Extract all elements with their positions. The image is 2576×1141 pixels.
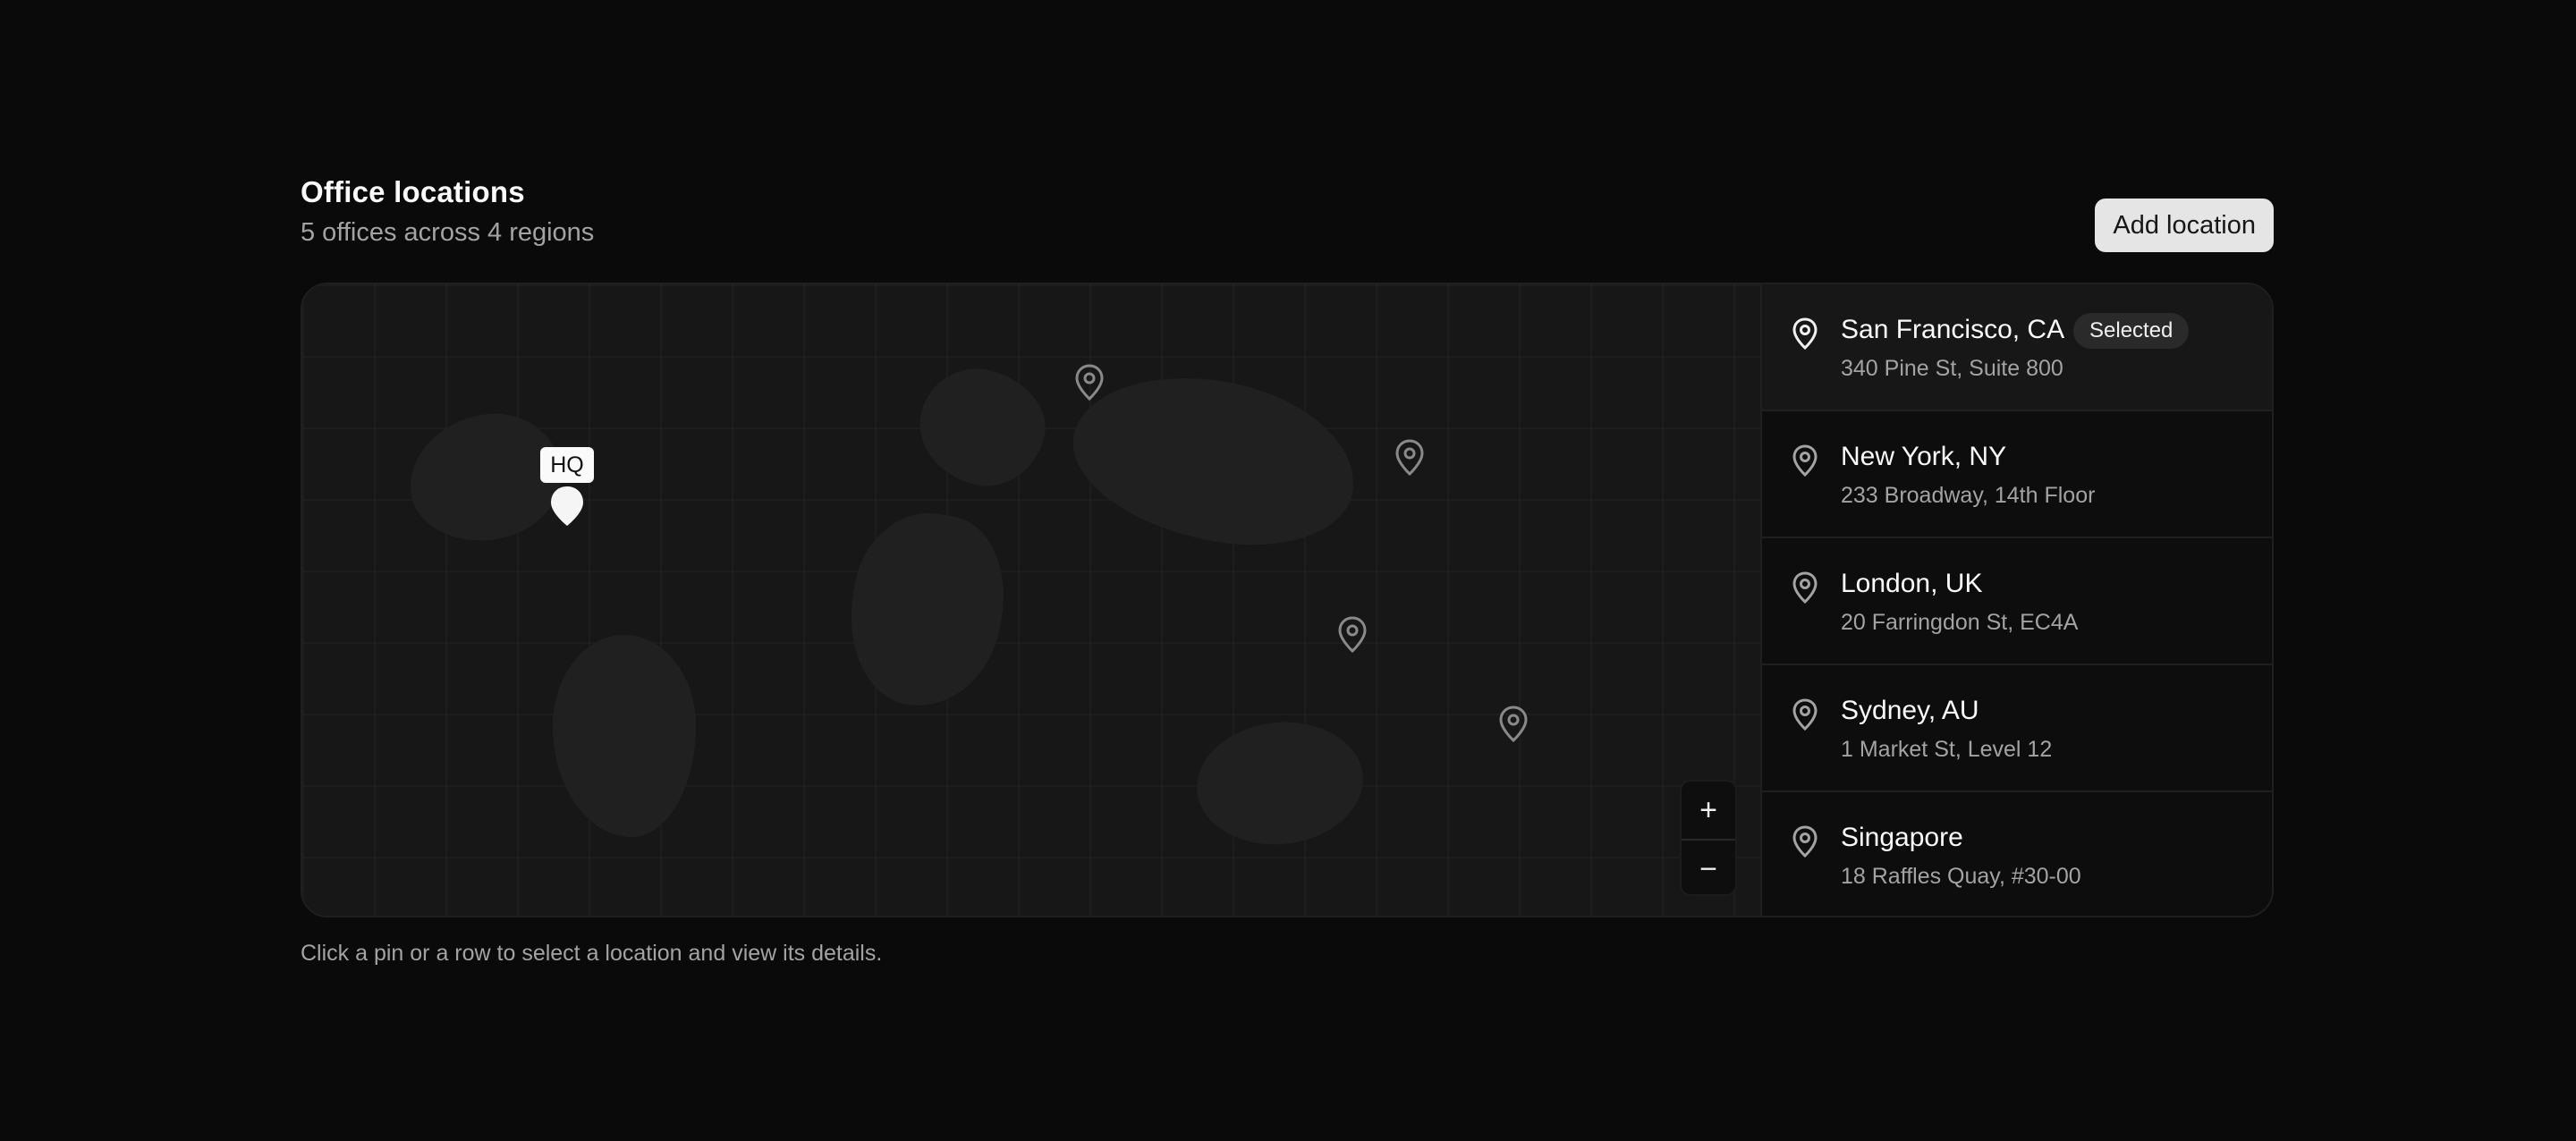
location-row[interactable]: Sydney, AU 1 Market St, Level 12 (1762, 665, 2272, 792)
location-name: Singapore (1841, 823, 1963, 852)
location-address: 18 Raffles Quay, #30-00 (1841, 864, 2081, 889)
map-pin-sydney[interactable] (1497, 705, 1530, 744)
map-pin-icon (1792, 571, 1818, 604)
map-pin-london[interactable] (1394, 438, 1426, 478)
map-pin-icon (551, 486, 583, 526)
map-pin-icon (1792, 825, 1818, 858)
minus-icon: − (1699, 851, 1717, 886)
helper-text: Click a pin or a row to select a locatio… (301, 941, 883, 966)
selected-badge: Selected (2073, 313, 2190, 349)
location-address: 233 Broadway, 14th Floor (1841, 483, 2096, 508)
map-pin-icon (1395, 439, 1424, 477)
location-address: 1 Market St, Level 12 (1841, 737, 2053, 762)
location-name: San Francisco, CA (1841, 315, 2065, 344)
plus-icon: + (1699, 792, 1717, 827)
location-name: London, UK (1841, 569, 1983, 598)
map-pin-icon (1499, 706, 1528, 743)
hq-label: HQ (540, 447, 594, 483)
location-address: 340 Pine St, Suite 800 (1841, 356, 2063, 381)
land-shape (553, 635, 696, 837)
page-title: Office locations (301, 175, 525, 208)
land-shape (835, 502, 1018, 718)
land-shape (1059, 357, 1368, 564)
map-pin-icon (1792, 317, 1818, 351)
land-shape (1191, 714, 1369, 853)
add-location-button[interactable]: Add location (2095, 199, 2274, 252)
map-pin-icon (1075, 364, 1104, 401)
zoom-in-button[interactable]: + (1682, 782, 1735, 839)
location-list: San Francisco, CA Selected 340 Pine St, … (1762, 284, 2272, 916)
map-pin-icon (1792, 698, 1818, 731)
land-shape (907, 356, 1057, 499)
map-pin-icon (1338, 616, 1367, 654)
page: Office locations 5 offices across 4 regi… (0, 0, 2576, 1141)
location-row[interactable]: San Francisco, CA Selected 340 Pine St, … (1762, 284, 2272, 411)
map-pin-singapore[interactable] (1336, 615, 1368, 655)
map-pin-new-york[interactable] (1073, 363, 1106, 402)
location-name: Sydney, AU (1841, 696, 1979, 725)
zoom-out-button[interactable]: − (1682, 839, 1735, 894)
page-subtitle: 5 offices across 4 regions (301, 218, 595, 247)
location-row[interactable]: Singapore 18 Raffles Quay, #30-00 (1762, 792, 2272, 916)
location-row[interactable]: New York, NY 233 Broadway, 14th Floor (1762, 411, 2272, 538)
location-name: New York, NY (1841, 442, 2007, 471)
locations-card: HQ + − San Francisco, CA Selected 340 Pi… (301, 283, 2274, 917)
location-row[interactable]: London, UK 20 Farringdon St, EC4A (1762, 538, 2272, 665)
page-header: Office locations 5 offices across 4 regi… (301, 170, 2274, 259)
map-pin-icon (1792, 444, 1818, 478)
location-address: 20 Farringdon St, EC4A (1841, 610, 2079, 635)
zoom-controls: + − (1680, 780, 1737, 896)
map-view[interactable]: HQ + − (302, 284, 1762, 916)
